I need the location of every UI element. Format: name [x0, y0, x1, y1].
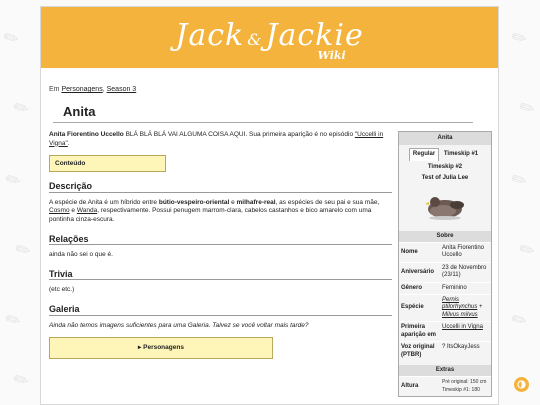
breadcrumb-link-season-3[interactable]: Season 3 — [107, 86, 137, 93]
heading-galeria: Galeria — [49, 305, 392, 316]
heading-relacoes: Relações — [49, 234, 392, 246]
feather-icon: ✎ — [515, 95, 540, 122]
infobox-value: Pré original: 150 cm Timeskip #1: 180 — [442, 379, 489, 394]
relacoes-paragraph: ainda não sei o que é. — [49, 251, 113, 259]
infobox-value: Anita Fiorentino Uccello — [442, 245, 485, 259]
infobox-row-voz: Voz original (PTBR) ? ItsOkayJess — [399, 341, 491, 361]
feather-icon: ✎ — [507, 307, 532, 334]
infobox-tabs: Regular Timeskip #1 — [399, 145, 491, 161]
feather-icon: ✎ — [11, 237, 36, 264]
breadcrumb-link-personagens[interactable]: Personagens — [61, 86, 102, 93]
feather-icon: ✎ — [507, 25, 532, 52]
infobox-title: Anita — [399, 132, 491, 146]
logo-text-wiki: Wiki — [317, 48, 346, 62]
feather-icon: ✎ — [9, 95, 34, 122]
infobox-value: ? ItsOkayJess — [442, 344, 480, 351]
infobox-tab-timeskip-1[interactable]: Timeskip #1 — [441, 149, 481, 160]
logo-text-jack: Jack — [175, 17, 245, 53]
title-divider — [53, 122, 473, 123]
infobox-row-especie: Espécie Pernis ptilorhynchus + Milvus mi… — [399, 294, 491, 321]
intro-end: . — [67, 139, 70, 147]
infobox-label: Voz original (PTBR) — [401, 344, 435, 358]
heading-descricao: Descrição — [49, 182, 392, 193]
infobox-value: Pernis ptilorhynchus + Milvus milvus — [442, 297, 489, 319]
altura-line-1: Pré original: 150 cm — [442, 379, 487, 386]
infobox-value: Feminino — [442, 284, 467, 291]
link-cosmo[interactable]: Cosmo — [49, 207, 70, 214]
bird-image — [425, 196, 464, 220]
link-wanda[interactable]: Wanda — [77, 207, 97, 214]
descricao-text: e — [69, 207, 77, 215]
infobox-label: Espécie — [401, 304, 424, 311]
feather-icon: ✎ — [515, 237, 540, 264]
breadcrumb-prefix: Em — [49, 86, 60, 93]
feather-icon: ✎ — [0, 25, 24, 52]
theme-toggle-button[interactable] — [514, 377, 529, 392]
infobox-label: Nome — [401, 248, 418, 255]
page-title: Anita — [63, 104, 96, 119]
infobox-row-genero: Gênero Feminino — [399, 281, 491, 294]
infobox-row-aniversario: Aniversário 23 de Novembro (23/11) — [399, 261, 491, 282]
breadcrumb: Em Personagens, Season 3 — [49, 86, 492, 93]
intro-text: BLÁ BLÁ BLÁ VAI ALGUMA COISA AQUI. Sua p… — [123, 131, 355, 138]
descricao-text: , respectivamente. Possui penugem marrom… — [49, 207, 372, 223]
infobox-character-image — [399, 185, 491, 227]
logo-text-jackie: Jackie — [265, 17, 364, 53]
descricao-paragraph: A espécie de Anita é um híbrido entre bú… — [49, 199, 392, 225]
infobox-section-sobre: Sobre — [399, 230, 491, 243]
descricao-text: A espécie de Anita é um híbrido entre — [49, 198, 159, 206]
trivia-paragraph: (etc etc.) — [49, 286, 75, 294]
infobox-row-altura: Altura Pré original: 150 cm Timeskip #1:… — [399, 376, 491, 396]
breadcrumb-separator: , — [102, 86, 105, 93]
infobox: Anita Regular Timeskip #1 Timeskip #2 Te… — [398, 131, 492, 398]
infobox-label: Altura — [401, 383, 419, 390]
link-uccelli-in-vigna[interactable]: Uccelli in Vigna — [442, 324, 483, 330]
altura-line-2: Timeskip #1: 180 — [442, 386, 480, 393]
intro-name: Anita Fiorentino Uccello — [49, 131, 124, 138]
species-1: bútio-vespeiro-oriental — [158, 198, 230, 206]
infobox-section-extras: Extras — [399, 364, 491, 377]
toc-label: Conteúdo — [55, 160, 86, 168]
species-separator: + — [477, 304, 483, 311]
infobox-value: 23 de Novembro (23/11) — [442, 264, 487, 279]
link-milvus[interactable]: Milvus milvus — [442, 312, 478, 318]
infobox-tab-test-julia-lee[interactable]: Test of Julia Lee — [399, 173, 491, 184]
species-2: milhafre-real — [236, 198, 276, 206]
feather-icon: ✎ — [507, 167, 532, 194]
infobox-label: Primeira aparição em — [401, 324, 437, 338]
intro-paragraph: Anita Fiorentino Uccello BLÁ BLÁ BLÁ VAI… — [49, 131, 392, 148]
link-pernis[interactable]: Pernis ptilorhynchus — [442, 297, 477, 310]
half-circle-icon — [517, 380, 526, 389]
table-of-contents[interactable]: Conteúdo — [49, 155, 166, 173]
feather-icon: ✎ — [1, 307, 26, 334]
infobox-label: Gênero — [401, 284, 423, 291]
infobox-tab-timeskip-2[interactable]: Timeskip #2 — [399, 162, 491, 173]
infobox-value: Uccelli in Vigna — [442, 324, 489, 339]
logo-ampersand: & — [247, 29, 263, 49]
main-content: Anita Fiorentino Uccello BLÁ BLÁ BLÁ VAI… — [49, 131, 392, 360]
wiki-header: Jack & Jackie Wiki — [41, 7, 498, 68]
navbox-personagens[interactable]: ▸ Personagens — [49, 337, 273, 360]
infobox-tab-regular[interactable]: Regular — [408, 148, 440, 161]
navbox-label: ▸ Personagens — [138, 343, 184, 351]
wiki-page: Jack & Jackie Wiki Em Personagens, Season … — [40, 6, 499, 405]
descricao-text: e — [229, 198, 237, 206]
wiki-logo[interactable]: Jack & Jackie Wiki — [175, 17, 364, 62]
infobox-row-nome: Nome Anita Fiorentino Uccello — [399, 242, 491, 262]
descricao-text: , as espécies de seu pai e sua mãe, — [275, 198, 380, 206]
infobox-label: Aniversário — [401, 268, 435, 275]
feather-icon: ✎ — [9, 367, 34, 394]
galeria-paragraph: Ainda não temos imagens suficientes para… — [49, 321, 309, 329]
infobox-row-primeira-aparicao: Primeira aparição em Uccelli in Vigna — [399, 321, 491, 341]
feather-icon: ✎ — [1, 167, 26, 194]
heading-trivia: Trivia — [49, 269, 392, 281]
